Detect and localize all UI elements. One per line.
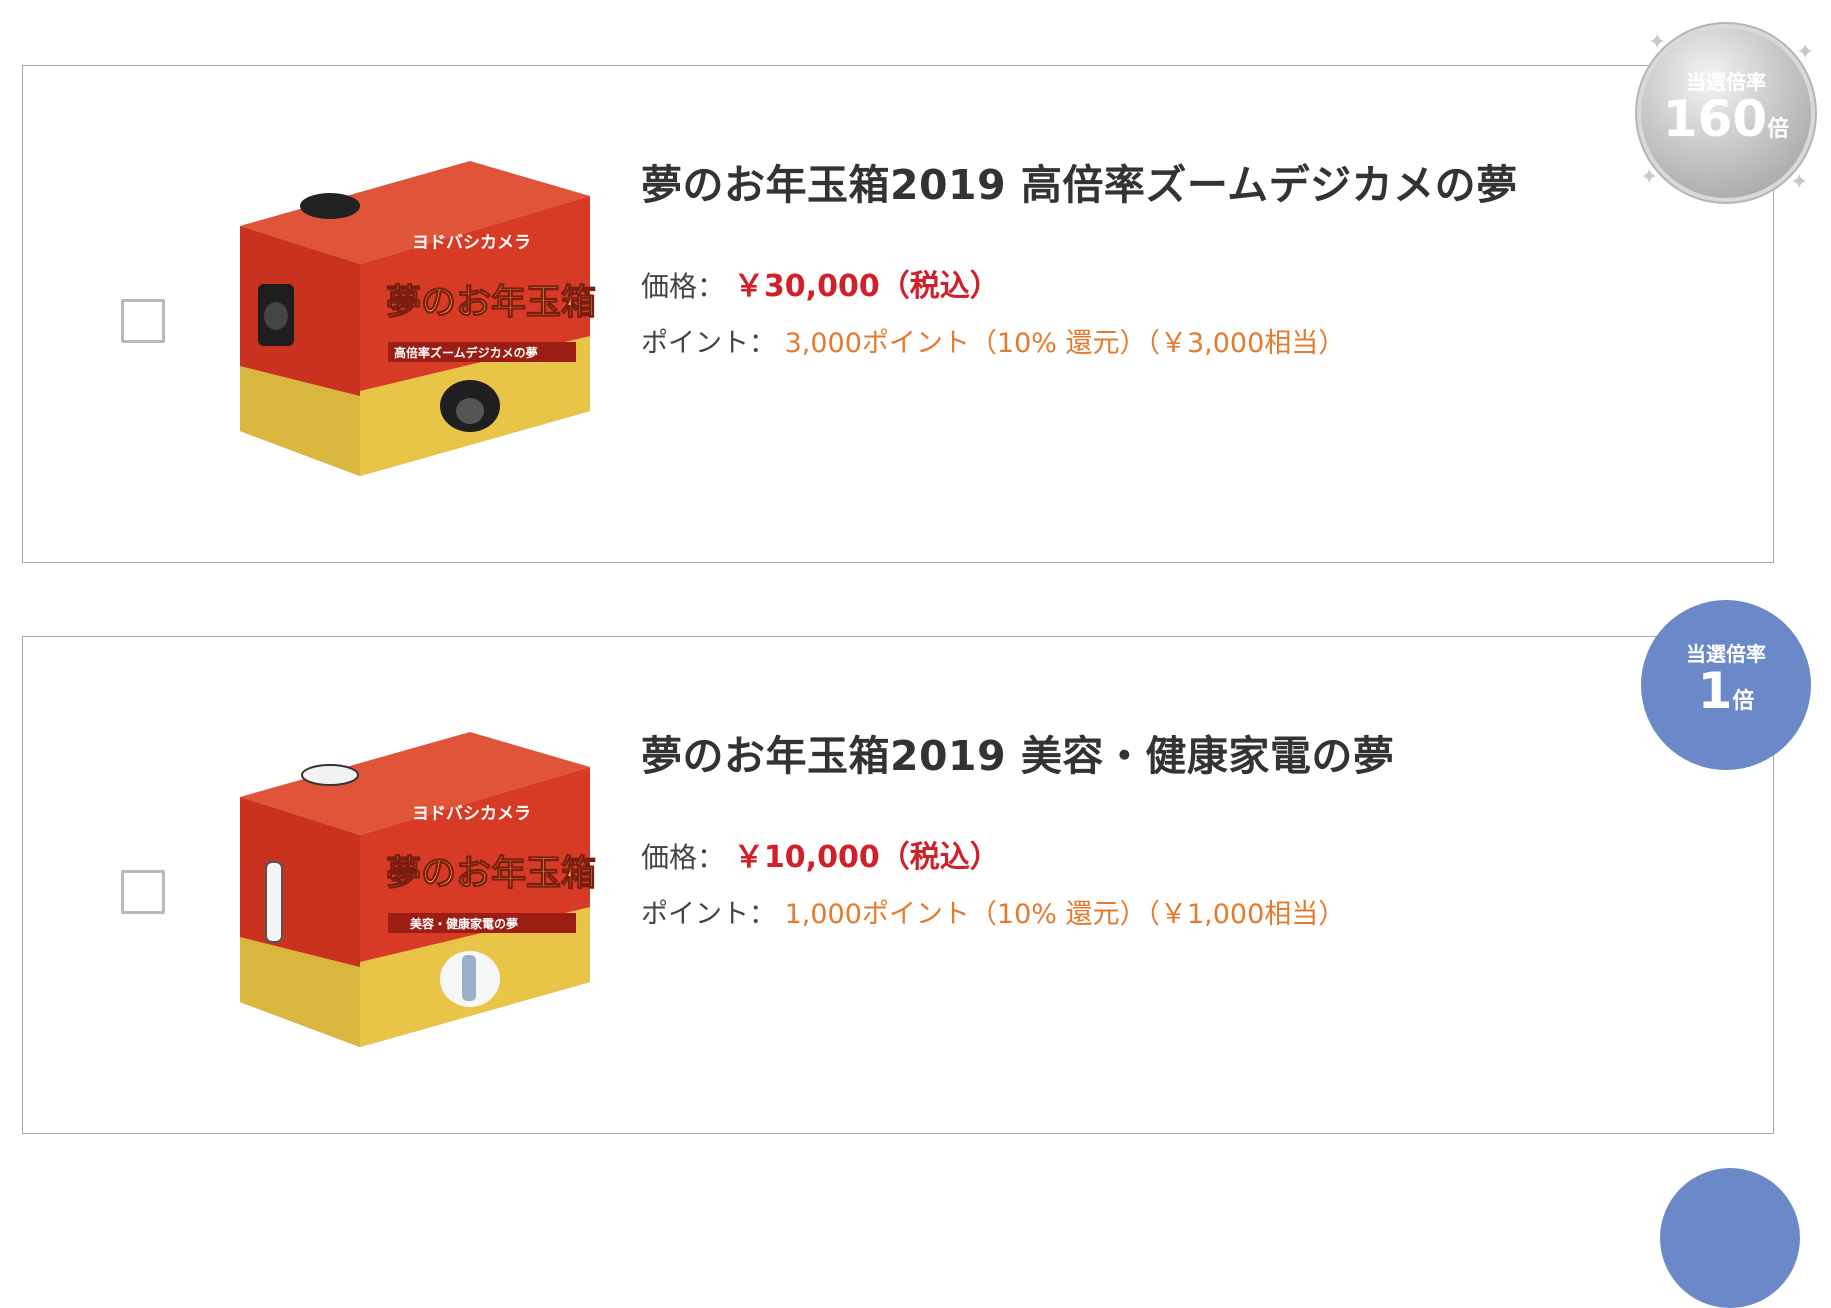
- box-title-text: 夢のお年玉箱: [386, 283, 596, 323]
- select-checkbox[interactable]: [121, 870, 165, 914]
- win-rate-badge: 当選倍率 160倍: [1641, 28, 1811, 198]
- sparkle-icon: ✦: [1796, 40, 1815, 65]
- product-title[interactable]: 夢のお年玉箱2019 高倍率ズームデジカメの夢: [641, 151, 1518, 211]
- point-row: ポイント： 1,000ポイント（10% 還元）（￥1,000相当）: [641, 892, 1345, 931]
- badge-unit: 倍: [1767, 117, 1790, 142]
- product-card-2[interactable]: ヨドバシカメラ 夢のお年玉箱 美容・健康家電の夢 夢のお年玉箱2019 美容・健…: [22, 636, 1774, 1134]
- box-brand-text: ヨドバシカメラ: [412, 804, 531, 824]
- point-value: 1,000ポイント（10% 還元）（￥1,000相当）: [784, 899, 1346, 930]
- box-subtitle-text: 美容・健康家電の夢: [410, 916, 518, 931]
- box-subtitle-text: 高倍率ズームデジカメの夢: [394, 345, 538, 360]
- badge-value: 1倍: [1698, 666, 1755, 728]
- product-title[interactable]: 夢のお年玉箱2019 美容・健康家電の夢: [641, 722, 1394, 782]
- price-label: 価格：: [641, 841, 726, 874]
- point-value: 3,000ポイント（10% 還元）（￥3,000相当）: [784, 328, 1346, 359]
- badge-unit: 倍: [1732, 689, 1755, 714]
- sparkle-icon: ✦: [1640, 165, 1659, 190]
- price-label: 価格：: [641, 270, 726, 303]
- badge-number: 160: [1662, 90, 1768, 148]
- price-row: 価格： ￥30,000（税込）: [641, 261, 1000, 305]
- product-box-image[interactable]: ヨドバシカメラ 夢のお年玉箱 美容・健康家電の夢: [220, 717, 620, 1057]
- price-value: ￥30,000（税込）: [733, 269, 1000, 304]
- price-row: 価格： ￥10,000（税込）: [641, 832, 1000, 876]
- product-box-image[interactable]: ヨドバシカメラ 夢のお年玉箱 高倍率ズームデジカメの夢: [220, 146, 620, 486]
- price-value: ￥10,000（税込）: [733, 840, 1000, 875]
- win-rate-badge: 当選倍率 1倍: [1641, 600, 1811, 770]
- product-card-1[interactable]: ヨドバシカメラ 夢のお年玉箱 高倍率ズームデジカメの夢 夢のお年玉箱2019 高…: [22, 65, 1774, 563]
- point-row: ポイント： 3,000ポイント（10% 還元）（￥3,000相当）: [641, 321, 1345, 360]
- sparkle-icon: ✦: [1790, 170, 1809, 195]
- box-title-text: 夢のお年玉箱: [386, 854, 596, 894]
- point-label: ポイント：: [641, 899, 776, 930]
- point-label: ポイント：: [641, 328, 776, 359]
- win-rate-badge-partial: [1660, 1168, 1800, 1308]
- badge-value: 160倍: [1663, 94, 1789, 156]
- badge-number: 1: [1697, 662, 1733, 720]
- select-checkbox[interactable]: [121, 299, 165, 343]
- sparkle-icon: ✦: [1648, 30, 1667, 55]
- box-brand-text: ヨドバシカメラ: [412, 233, 531, 253]
